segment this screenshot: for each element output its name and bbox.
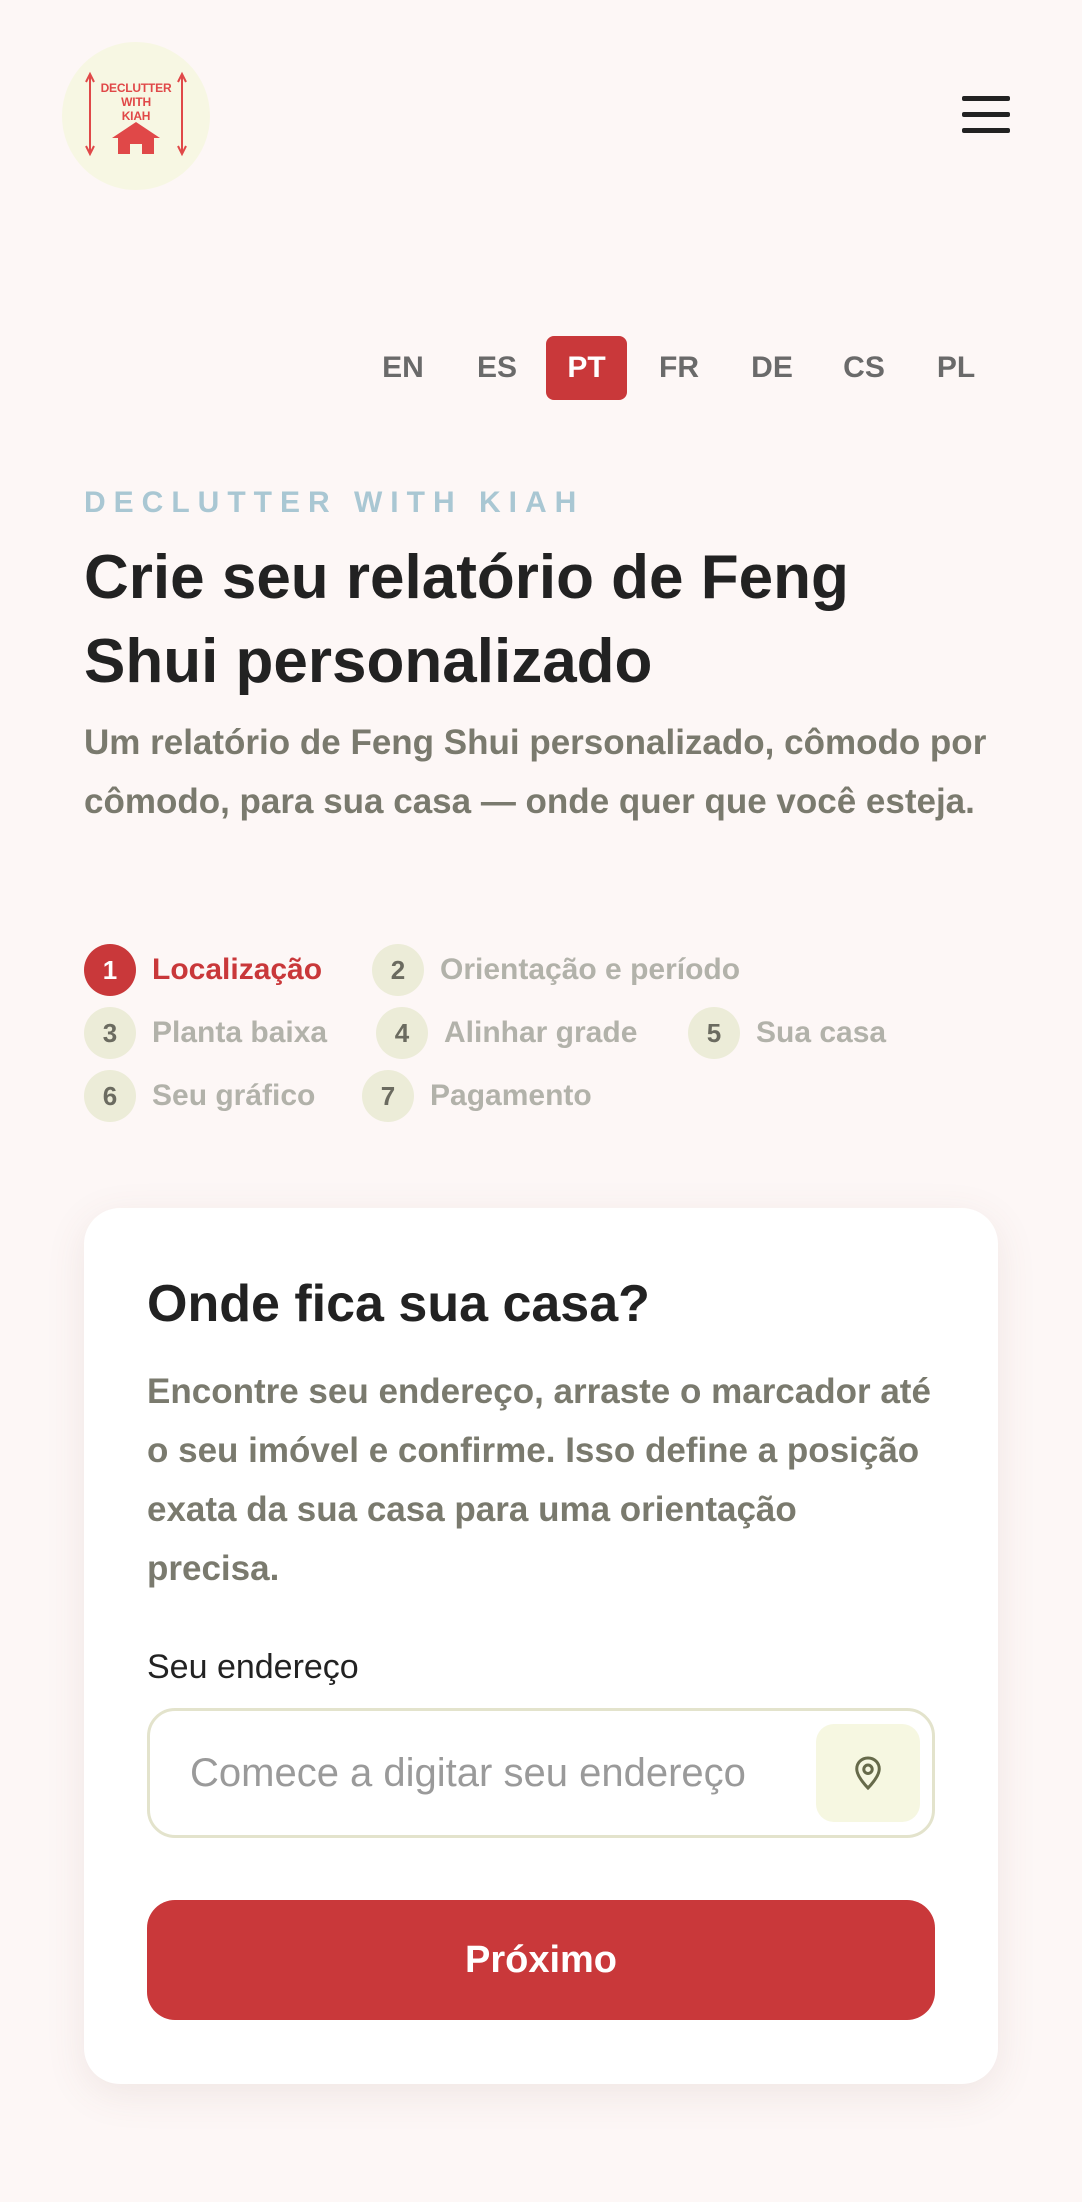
step-label: Pagamento: [430, 1079, 592, 1112]
page-subtitle: Um relatório de Feng Shui personalizado,…: [84, 723, 987, 821]
map-pin-icon: [855, 1756, 881, 1791]
step-your-chart[interactable]: 6 Seu gráfico: [84, 1070, 364, 1122]
step-number: 5: [688, 1007, 740, 1059]
step-your-home[interactable]: 5 Sua casa: [688, 1007, 908, 1059]
location-card: Onde fica sua casa? Encontre seu endereç…: [84, 1208, 998, 2084]
step-number: 7: [362, 1070, 414, 1122]
language-switcher: EN ES PT FR DE CS PL: [0, 336, 1082, 400]
hamburger-icon-bar: [962, 128, 1010, 133]
step-number: 2: [372, 944, 424, 996]
logo-text-line3: KIAH: [121, 109, 151, 123]
step-align-grid[interactable]: 4 Alinhar grade: [376, 1007, 666, 1059]
locate-button[interactable]: [816, 1724, 920, 1822]
step-number: 1: [84, 944, 136, 996]
card-title: Onde fica sua casa?: [147, 1275, 650, 1333]
lang-en[interactable]: EN: [366, 336, 440, 400]
next-button[interactable]: Próximo: [147, 1900, 935, 2020]
step-floor-plan[interactable]: 3 Planta baixa: [84, 1007, 374, 1059]
step-location[interactable]: 1 Localização: [84, 944, 384, 996]
step-number: 3: [84, 1007, 136, 1059]
hamburger-icon-bar: [962, 112, 1010, 117]
page-title: Crie seu relatório de Feng Shui personal…: [84, 543, 849, 696]
address-label: Seu endereço: [147, 1648, 359, 1686]
step-orientation[interactable]: 2 Orientação e período: [372, 944, 772, 996]
lang-pt[interactable]: PT: [546, 336, 627, 400]
eyebrow: DECLUTTER WITH KIAH: [84, 486, 585, 519]
menu-button[interactable]: [956, 90, 1018, 140]
step-label: Orientação e período: [440, 953, 741, 986]
address-field: [147, 1708, 935, 1838]
lang-es[interactable]: ES: [460, 336, 534, 400]
step-label: Alinhar grade: [444, 1016, 638, 1049]
card-description: Encontre seu endereço, arraste o marcado…: [147, 1372, 931, 1588]
lang-fr[interactable]: FR: [643, 336, 715, 400]
logo-text-line1: DECLUTTER: [100, 81, 172, 95]
step-number: 4: [376, 1007, 428, 1059]
address-input[interactable]: [190, 1711, 790, 1835]
lang-pl[interactable]: PL: [919, 336, 993, 400]
step-payment[interactable]: 7 Pagamento: [362, 1070, 622, 1122]
hamburger-icon-bar: [962, 96, 1010, 101]
lang-cs[interactable]: CS: [827, 336, 901, 400]
step-label: Localização: [152, 953, 323, 986]
logo[interactable]: DECLUTTER WITH KIAH: [62, 42, 210, 190]
lang-de[interactable]: DE: [735, 336, 809, 400]
logo-text-line2: WITH: [121, 95, 151, 109]
step-label: Sua casa: [756, 1016, 887, 1049]
step-label: Seu gráfico: [152, 1079, 316, 1112]
step-number: 6: [84, 1070, 136, 1122]
step-label: Planta baixa: [152, 1016, 328, 1049]
